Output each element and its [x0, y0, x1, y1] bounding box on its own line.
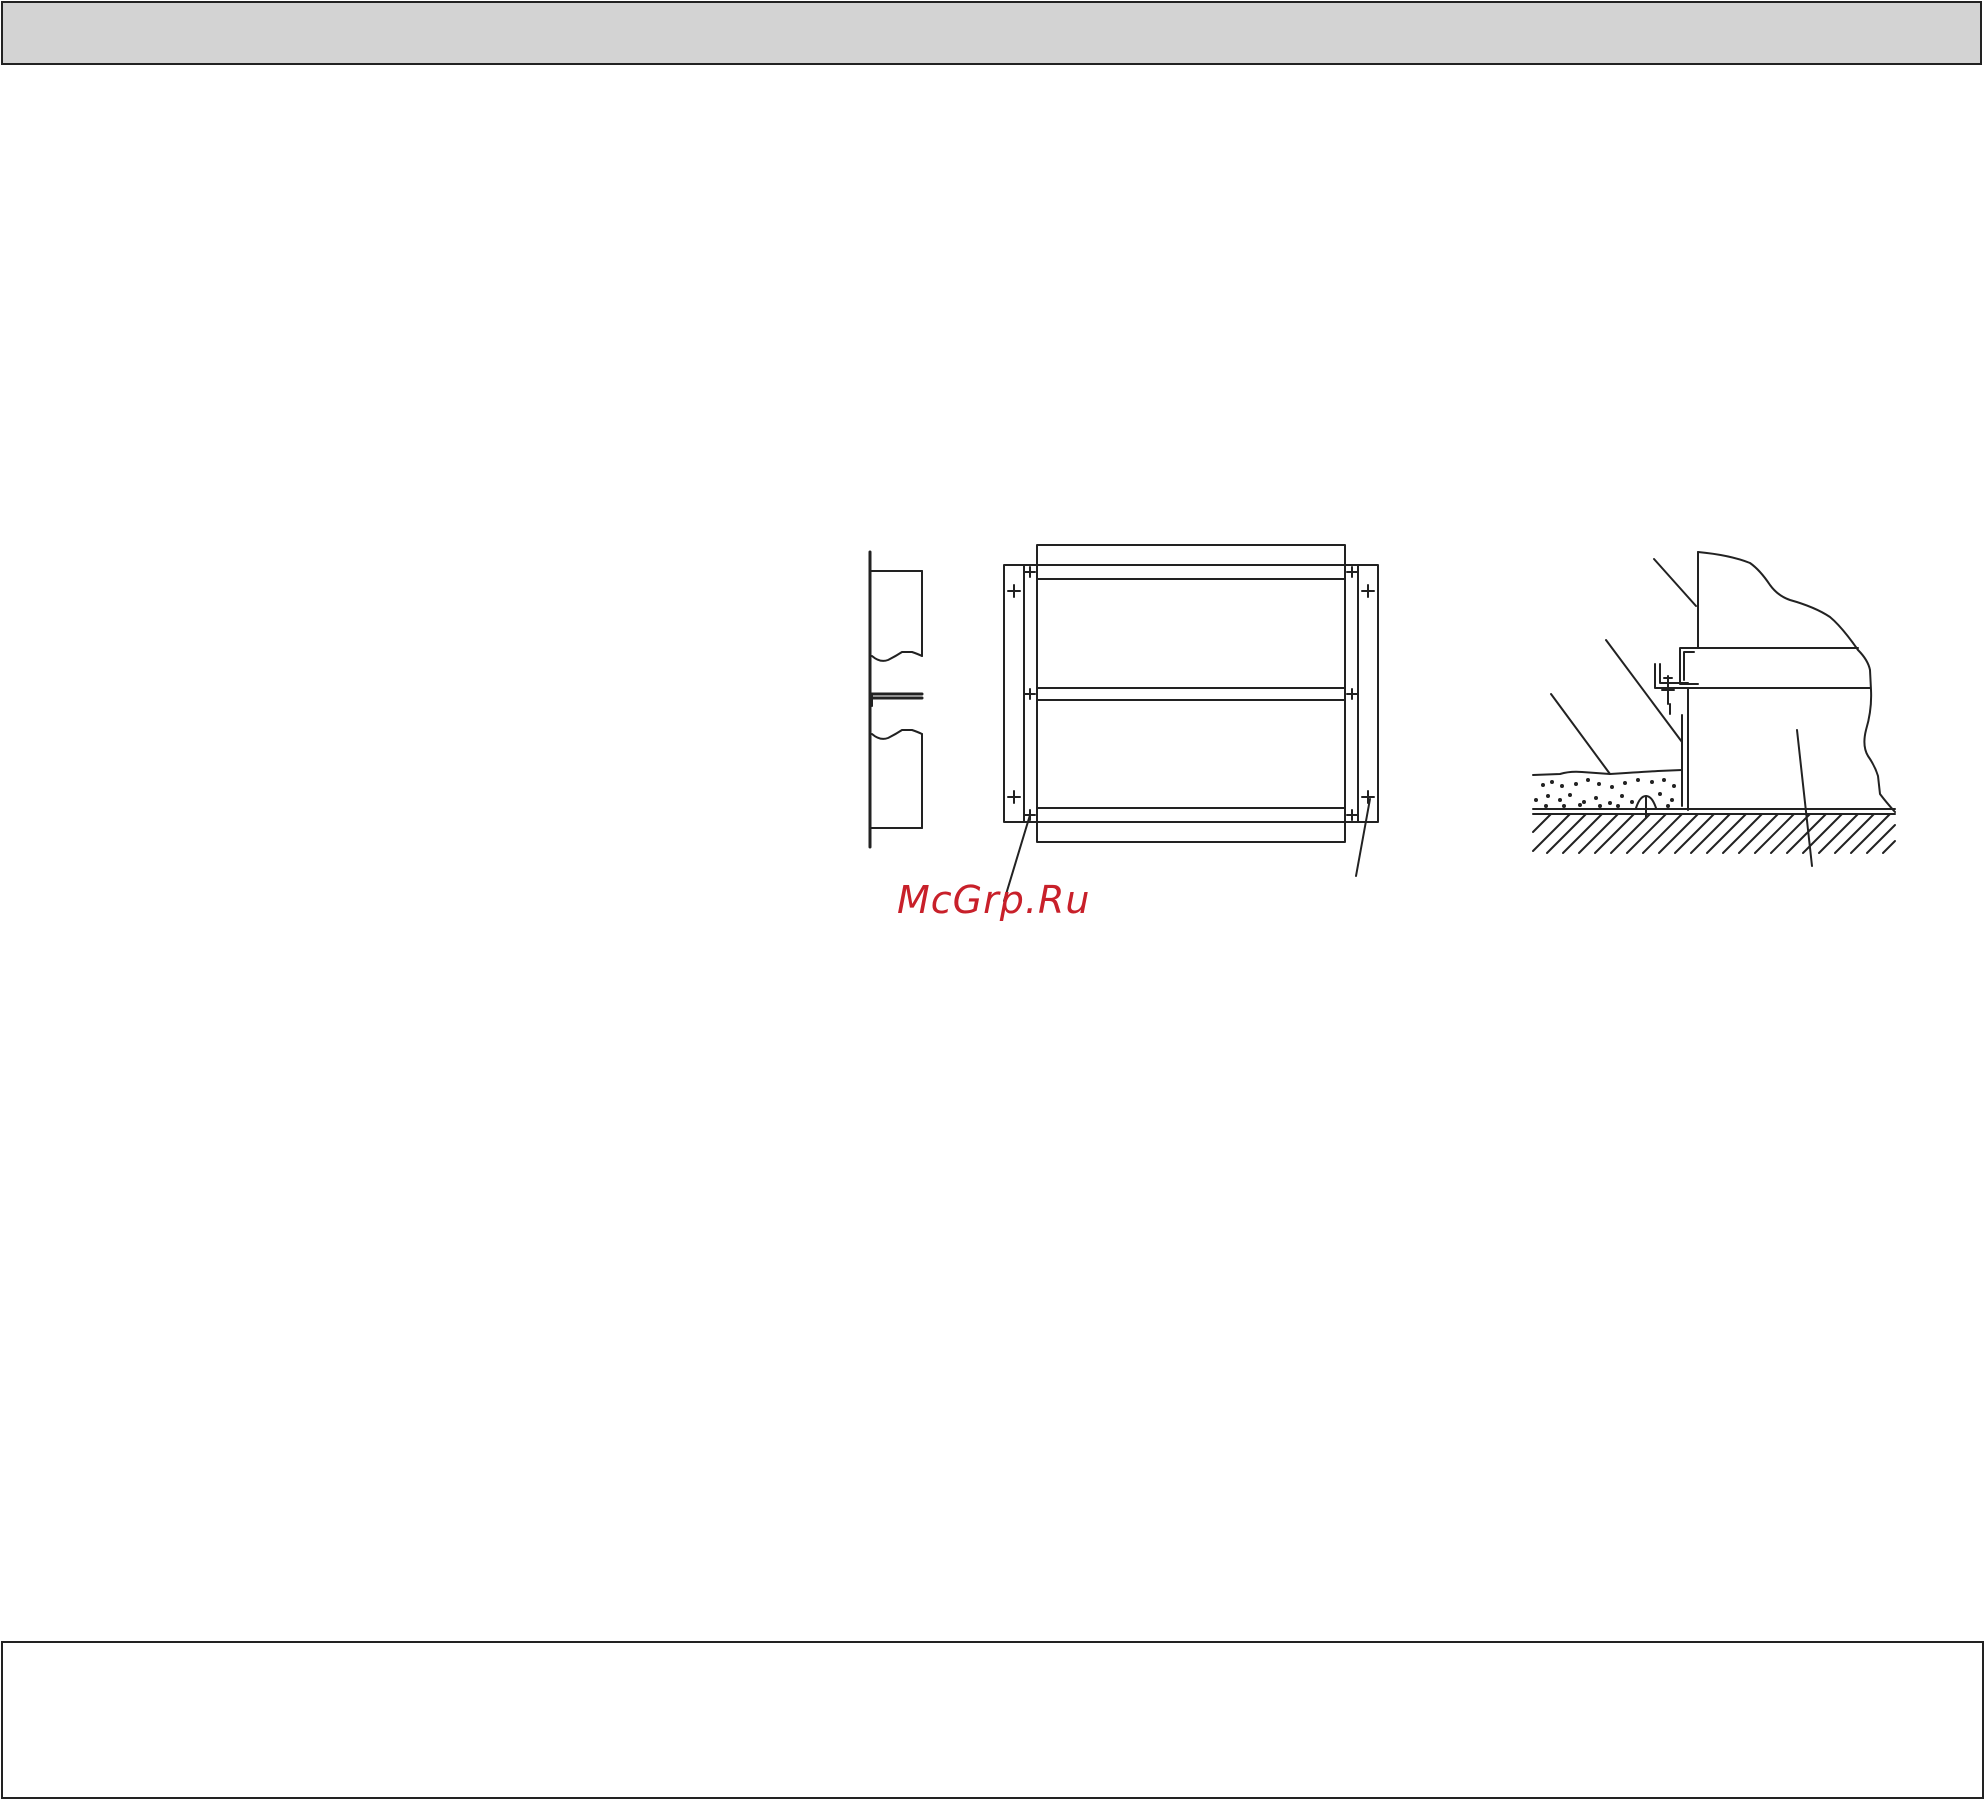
bolt-marker: [1361, 790, 1375, 804]
watermark-text: McGrp.Ru: [897, 878, 1091, 922]
bolt-marker: [1346, 688, 1358, 700]
bolt-marker: [1361, 584, 1375, 598]
footer-box: [1, 1641, 1984, 1799]
channel-bracket-inner: [1683, 651, 1695, 681]
leader-mortar: [1550, 693, 1611, 775]
side-profile-figure: [868, 550, 924, 849]
bolt-marker: [1346, 566, 1358, 578]
profile-break-upper: [871, 651, 923, 662]
clip-bolt: [1661, 675, 1675, 705]
profile-break-lower: [871, 729, 923, 740]
bolt-marker: [1024, 688, 1036, 700]
frame-outer-rect: [1003, 564, 1379, 823]
bolt-marker: [1024, 566, 1036, 578]
floor-section-figure: [1532, 551, 1896, 867]
channel-bracket: [1679, 647, 1699, 685]
ground-hatching: [1532, 813, 1896, 854]
bolt-marker: [1346, 809, 1358, 821]
front-view-figure: [1003, 544, 1379, 902]
frame-inner-rect: [1036, 544, 1346, 843]
bolt-marker: [1007, 584, 1021, 598]
leader-casing: [1653, 558, 1697, 607]
leader-base: [1796, 729, 1813, 867]
casing-outline: [1697, 551, 1896, 813]
bolt-marker: [1007, 790, 1021, 804]
bolt-markers: [1007, 566, 1375, 821]
